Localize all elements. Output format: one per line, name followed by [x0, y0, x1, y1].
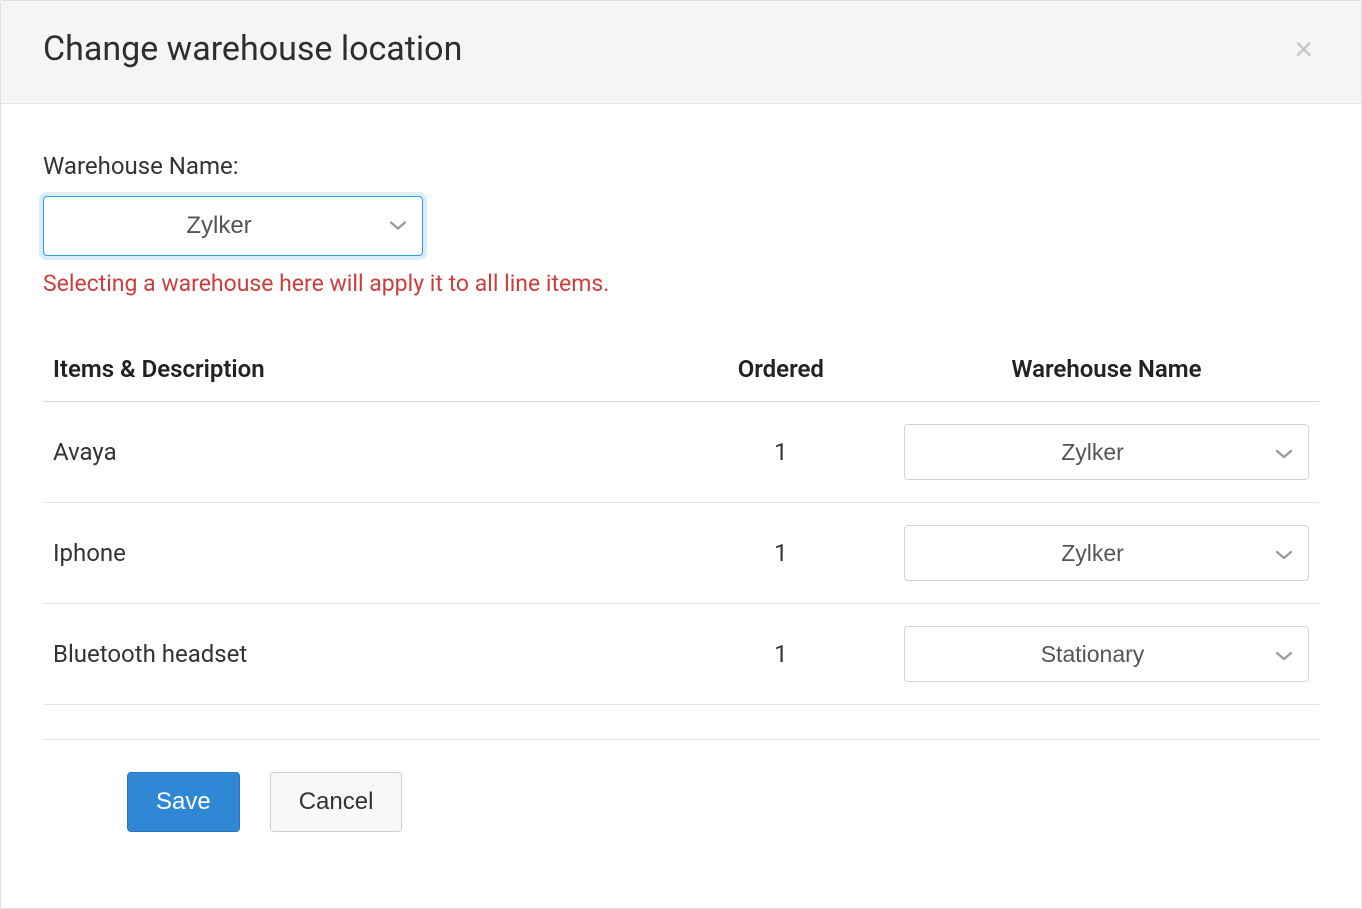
row-warehouse-select-wrap: Zylker	[904, 424, 1309, 480]
row-warehouse-select[interactable]: Stationary	[904, 626, 1309, 682]
modal-footer: Save Cancel	[43, 740, 1319, 872]
warehouse-select-wrap: Zylker	[43, 196, 423, 256]
header-ordered: Ordered	[668, 355, 894, 402]
header-warehouse: Warehouse Name	[894, 355, 1319, 402]
item-ordered: 1	[668, 604, 894, 705]
item-name: Avaya	[43, 402, 668, 503]
table-row: Iphone 1 Zylker	[43, 503, 1319, 604]
row-warehouse-value: Zylker	[1061, 439, 1124, 465]
item-ordered: 1	[668, 503, 894, 604]
warehouse-name-label: Warehouse Name:	[43, 152, 1319, 180]
item-name: Bluetooth headset	[43, 604, 668, 705]
row-warehouse-value: Zylker	[1061, 540, 1124, 566]
save-button[interactable]: Save	[127, 772, 240, 832]
row-warehouse-value: Stationary	[1041, 641, 1145, 667]
table-header-row: Items & Description Ordered Warehouse Na…	[43, 355, 1319, 402]
modal-title: Change warehouse location	[43, 29, 462, 69]
cancel-button[interactable]: Cancel	[270, 772, 403, 832]
row-warehouse-select[interactable]: Zylker	[904, 424, 1309, 480]
warehouse-select[interactable]: Zylker	[43, 196, 423, 256]
row-warehouse-select[interactable]: Zylker	[904, 525, 1309, 581]
row-warehouse-select-wrap: Zylker	[904, 525, 1309, 581]
row-warehouse-select-wrap: Stationary	[904, 626, 1309, 682]
items-table: Items & Description Ordered Warehouse Na…	[43, 355, 1319, 705]
close-icon: ×	[1294, 31, 1313, 67]
modal-body: Warehouse Name: Zylker Selecting a wareh…	[1, 104, 1361, 908]
warehouse-select-value: Zylker	[186, 212, 251, 239]
table-row: Bluetooth headset 1 Stationary	[43, 604, 1319, 705]
modal-header: Change warehouse location ×	[1, 1, 1361, 104]
table-row: Avaya 1 Zylker	[43, 402, 1319, 503]
close-button[interactable]: ×	[1288, 33, 1319, 65]
item-ordered: 1	[668, 402, 894, 503]
change-warehouse-modal: Change warehouse location × Warehouse Na…	[0, 0, 1362, 909]
header-items: Items & Description	[43, 355, 668, 402]
warehouse-helper-text: Selecting a warehouse here will apply it…	[43, 270, 1319, 297]
item-name: Iphone	[43, 503, 668, 604]
